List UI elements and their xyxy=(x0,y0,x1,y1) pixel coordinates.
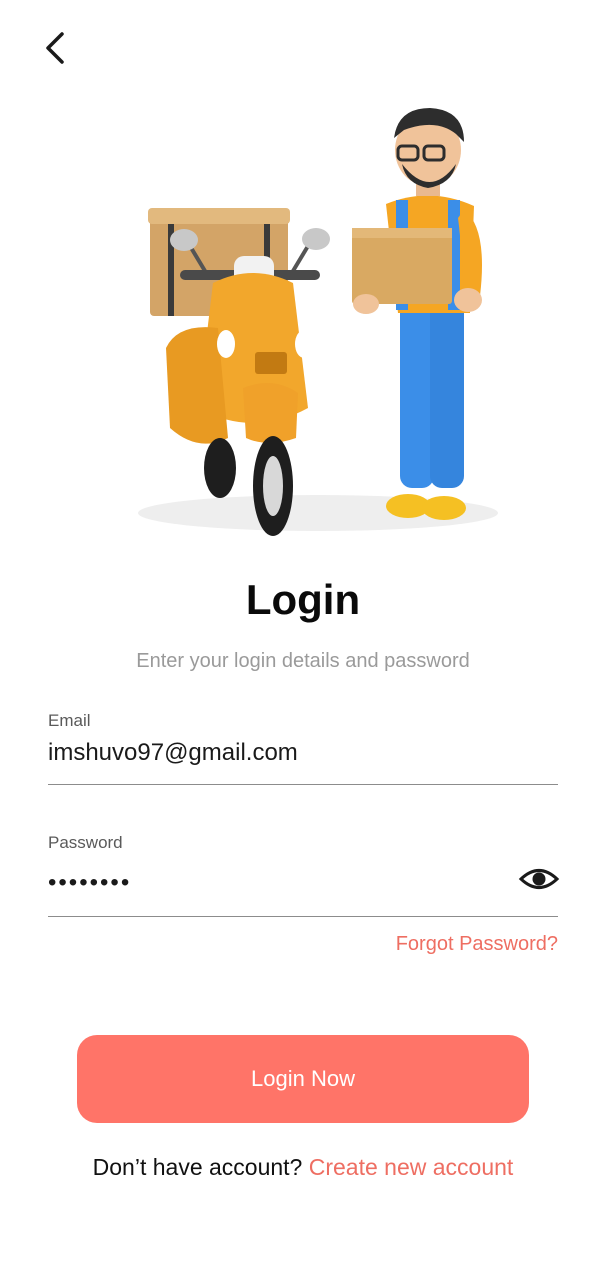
page-title: Login xyxy=(245,576,361,623)
back-button[interactable] xyxy=(36,26,76,70)
hero-illustration xyxy=(118,108,508,558)
password-field[interactable] xyxy=(48,866,508,900)
signup-prompt: Don’t have account? xyxy=(92,1154,303,1180)
create-account-link[interactable]: Create new account xyxy=(309,1154,514,1180)
eye-icon xyxy=(518,869,560,889)
signup-row: Don’t have account? Create new account xyxy=(0,1154,606,1181)
email-field[interactable] xyxy=(48,736,558,770)
email-underline xyxy=(48,784,558,785)
forgot-password-link[interactable]: Forgot Password? xyxy=(396,933,558,956)
password-label: Password xyxy=(48,833,123,852)
login-button[interactable]: Login Now xyxy=(77,1035,529,1123)
toggle-password-visibility-button[interactable] xyxy=(518,858,560,900)
page-subtitle: Enter your login details and password xyxy=(136,650,470,672)
delivery-man xyxy=(352,108,482,520)
password-underline xyxy=(48,916,558,917)
email-label: Email xyxy=(48,711,91,730)
chevron-left-icon xyxy=(46,32,64,64)
